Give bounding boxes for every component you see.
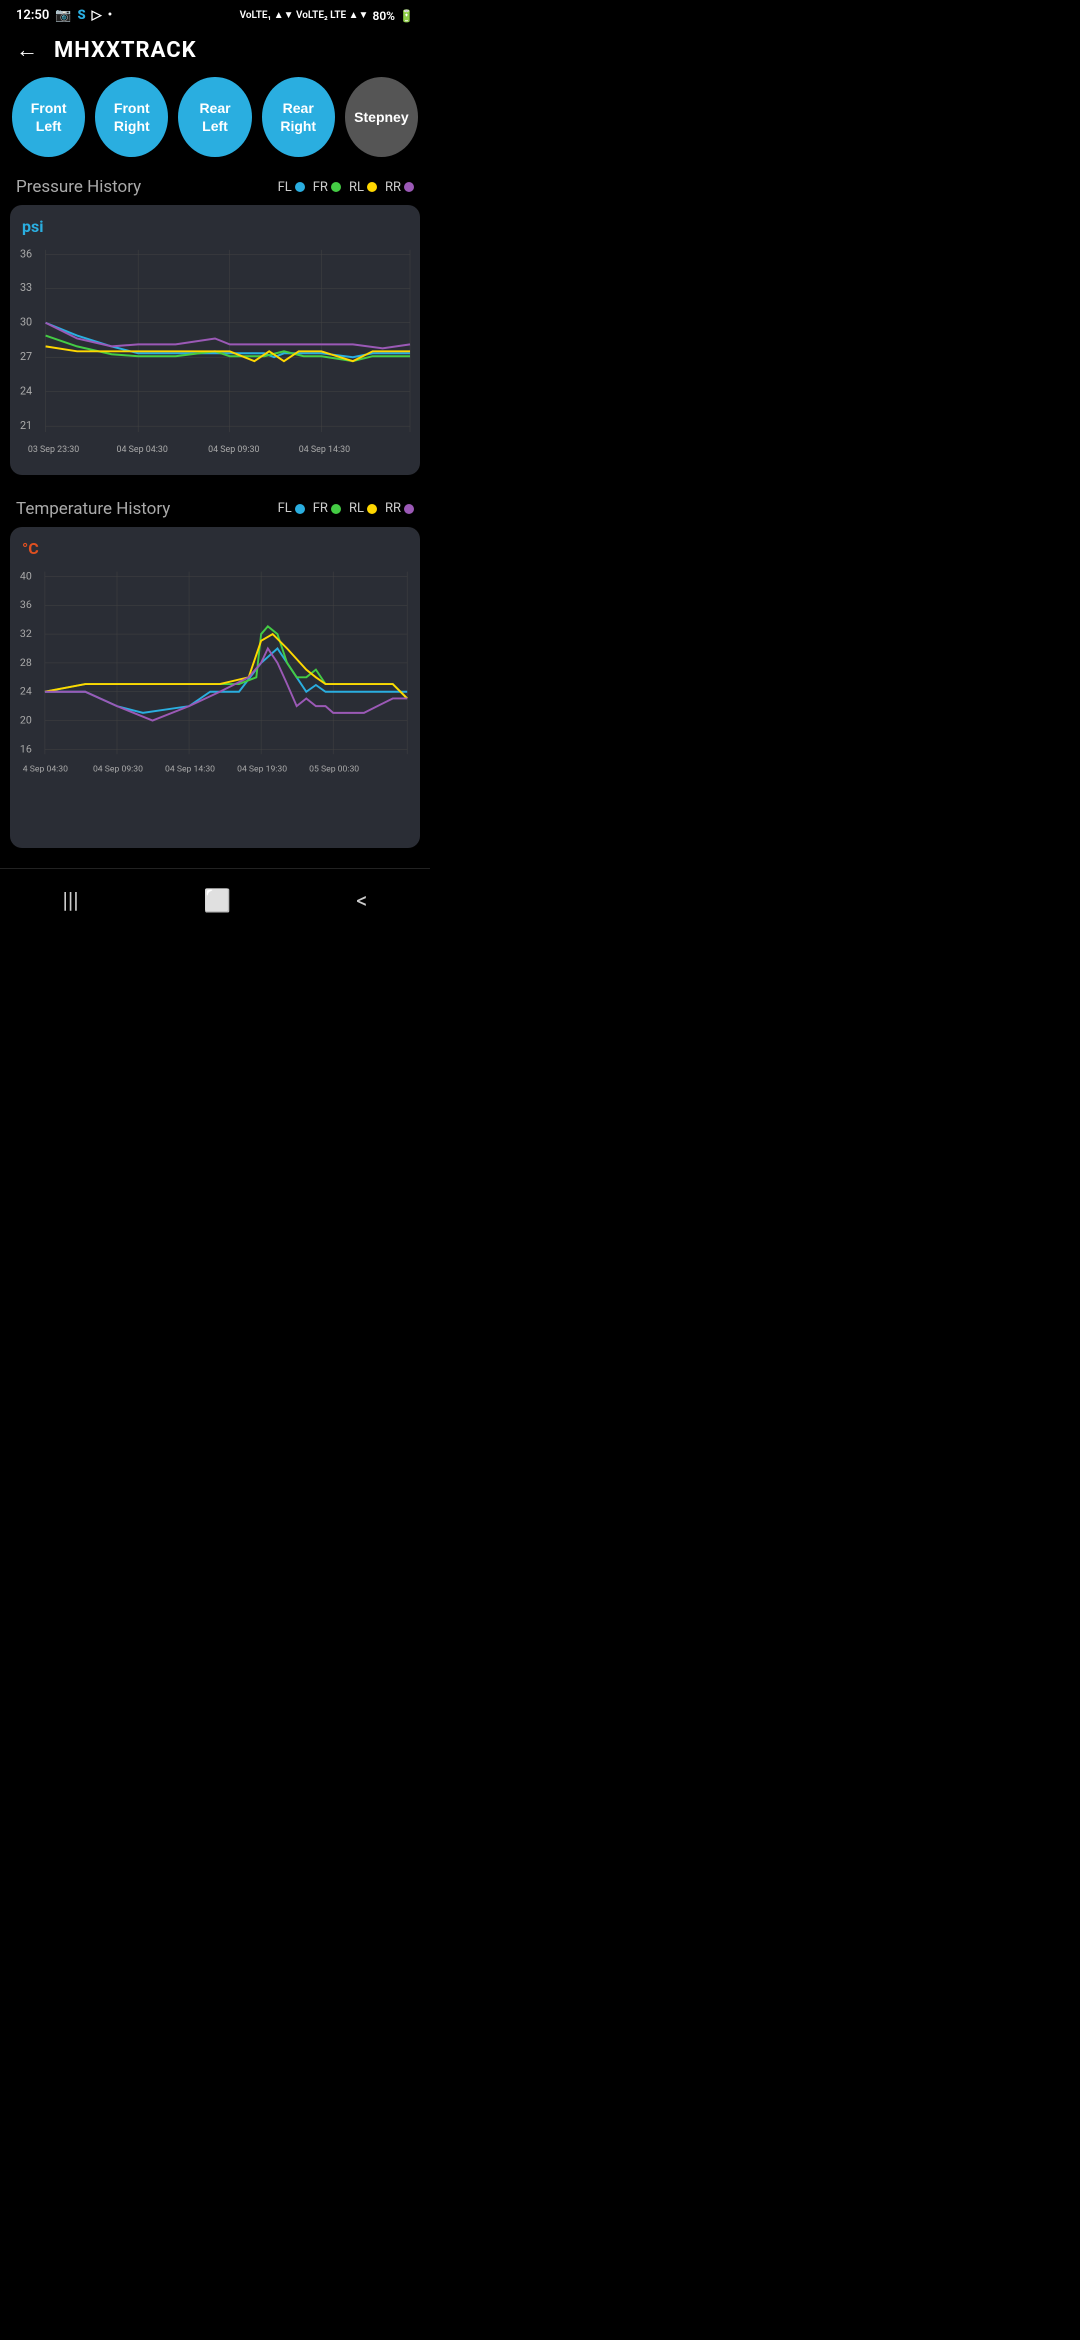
svg-text:05 Sep 00:30: 05 Sep 00:30 <box>309 764 359 774</box>
pressure-chart-container: psi 36 33 30 27 24 21 <box>10 205 420 475</box>
svg-text:36: 36 <box>20 598 32 611</box>
back-button[interactable]: ← <box>16 37 38 63</box>
pressure-legend-fl: FL <box>278 180 305 195</box>
svg-text:04 Sep 14:30: 04 Sep 14:30 <box>299 445 350 455</box>
tire-button-rr[interactable]: RearRight <box>262 77 335 157</box>
battery: 80% <box>372 9 395 23</box>
temp-legend-fr: FR <box>313 501 341 516</box>
pressure-legend-fr: FR <box>313 180 341 195</box>
rr-dot <box>404 182 414 192</box>
network-icons: VoLTE₁ ▲▼ VoLTE₂ LTE ▲▼ <box>240 10 369 21</box>
fr-dot <box>331 182 341 192</box>
temp-fl-dot <box>295 504 305 514</box>
pressure-line-rr <box>46 323 410 349</box>
svg-text:03 Sep 23:30: 03 Sep 23:30 <box>28 445 79 455</box>
temperature-section-header: Temperature History FL FR RL RR <box>0 495 430 527</box>
pressure-legend-rl: RL <box>349 180 377 195</box>
pressure-chart-wrapper: 36 33 30 27 24 21 <box>18 240 412 467</box>
temperature-chart-svg: 40 36 32 28 24 20 16 <box>18 562 412 841</box>
svg-text:04 Sep 04:30: 04 Sep 04:30 <box>117 445 168 455</box>
temp-fl-label: FL <box>278 501 292 516</box>
svg-text:24: 24 <box>20 684 32 697</box>
svg-text:33: 33 <box>20 281 32 294</box>
header: ← MHXXTRACK <box>0 27 430 77</box>
pressure-legend: FL FR RL RR <box>278 180 414 195</box>
svg-text:04 Sep 09:30: 04 Sep 09:30 <box>208 445 259 455</box>
temp-legend-fl: FL <box>278 501 305 516</box>
tire-button-fl[interactable]: FrontLeft <box>12 77 85 157</box>
nav-back-button[interactable]: < <box>336 885 387 918</box>
tire-button-stepney[interactable]: Stepney <box>345 77 418 157</box>
svg-text:27: 27 <box>20 350 32 363</box>
bottom-nav: ||| ⬜ < <box>0 868 430 928</box>
temperature-chart-container: °C 40 36 32 28 24 20 16 <box>10 527 420 849</box>
svg-text:4 Sep 04:30: 4 Sep 04:30 <box>23 764 68 774</box>
status-right: VoLTE₁ ▲▼ VoLTE₂ LTE ▲▼ 80% 🔋 <box>240 9 414 23</box>
svg-text:32: 32 <box>20 627 32 640</box>
battery-icon: 🔋 <box>399 9 414 23</box>
temp-line-fl <box>45 648 407 712</box>
pressure-unit: psi <box>18 217 412 236</box>
svg-text:16: 16 <box>20 742 32 755</box>
temp-rr-dot <box>404 504 414 514</box>
page-title: MHXXTRACK <box>54 38 197 63</box>
svg-text:20: 20 <box>20 713 32 726</box>
svg-text:40: 40 <box>20 569 32 582</box>
temperature-chart-wrapper: 40 36 32 28 24 20 16 <box>18 562 412 841</box>
temperature-title: Temperature History <box>16 499 170 519</box>
svg-text:36: 36 <box>20 248 32 261</box>
temp-legend-rr: RR <box>385 501 414 516</box>
svg-text:04 Sep 14:30: 04 Sep 14:30 <box>165 764 215 774</box>
time: 12:50 <box>16 8 49 23</box>
tire-button-fr[interactable]: FrontRight <box>95 77 168 157</box>
temperature-legend: FL FR RL RR <box>278 501 414 516</box>
camera-icon: 📷 <box>55 8 71 23</box>
fl-label: FL <box>278 180 292 195</box>
temp-fr-label: FR <box>313 501 328 516</box>
nav-home-button[interactable]: ⬜ <box>184 885 251 918</box>
rl-dot <box>367 182 377 192</box>
s-icon: S <box>77 8 85 23</box>
play-icon: ▷ <box>92 8 102 23</box>
fl-dot <box>295 182 305 192</box>
fr-label: FR <box>313 180 328 195</box>
pressure-chart-svg: 36 33 30 27 24 21 <box>18 240 412 467</box>
status-left: 12:50 📷 S ▷ • <box>16 8 112 23</box>
svg-text:04 Sep 09:30: 04 Sep 09:30 <box>93 764 143 774</box>
tire-button-rl[interactable]: RearLeft <box>178 77 251 157</box>
nav-menu-button[interactable]: ||| <box>43 885 99 918</box>
temp-legend-rl: RL <box>349 501 377 516</box>
pressure-legend-rr: RR <box>385 180 414 195</box>
temp-fr-dot <box>331 504 341 514</box>
svg-text:28: 28 <box>20 655 32 668</box>
temp-rl-label: RL <box>349 501 364 516</box>
svg-text:24: 24 <box>20 385 32 398</box>
pressure-section-header: Pressure History FL FR RL RR <box>0 173 430 205</box>
svg-text:21: 21 <box>20 419 32 432</box>
dot-icon: • <box>108 8 113 23</box>
rl-label: RL <box>349 180 364 195</box>
pressure-title: Pressure History <box>16 177 141 197</box>
temperature-unit: °C <box>18 539 412 558</box>
rr-label: RR <box>385 180 401 195</box>
svg-text:04 Sep 19:30: 04 Sep 19:30 <box>237 764 287 774</box>
status-bar: 12:50 📷 S ▷ • VoLTE₁ ▲▼ VoLTE₂ LTE ▲▼ 80… <box>0 0 430 27</box>
temp-rr-label: RR <box>385 501 401 516</box>
temp-rl-dot <box>367 504 377 514</box>
tire-buttons-container: FrontLeft FrontRight RearLeft RearRight … <box>0 77 430 173</box>
svg-text:30: 30 <box>20 316 32 329</box>
